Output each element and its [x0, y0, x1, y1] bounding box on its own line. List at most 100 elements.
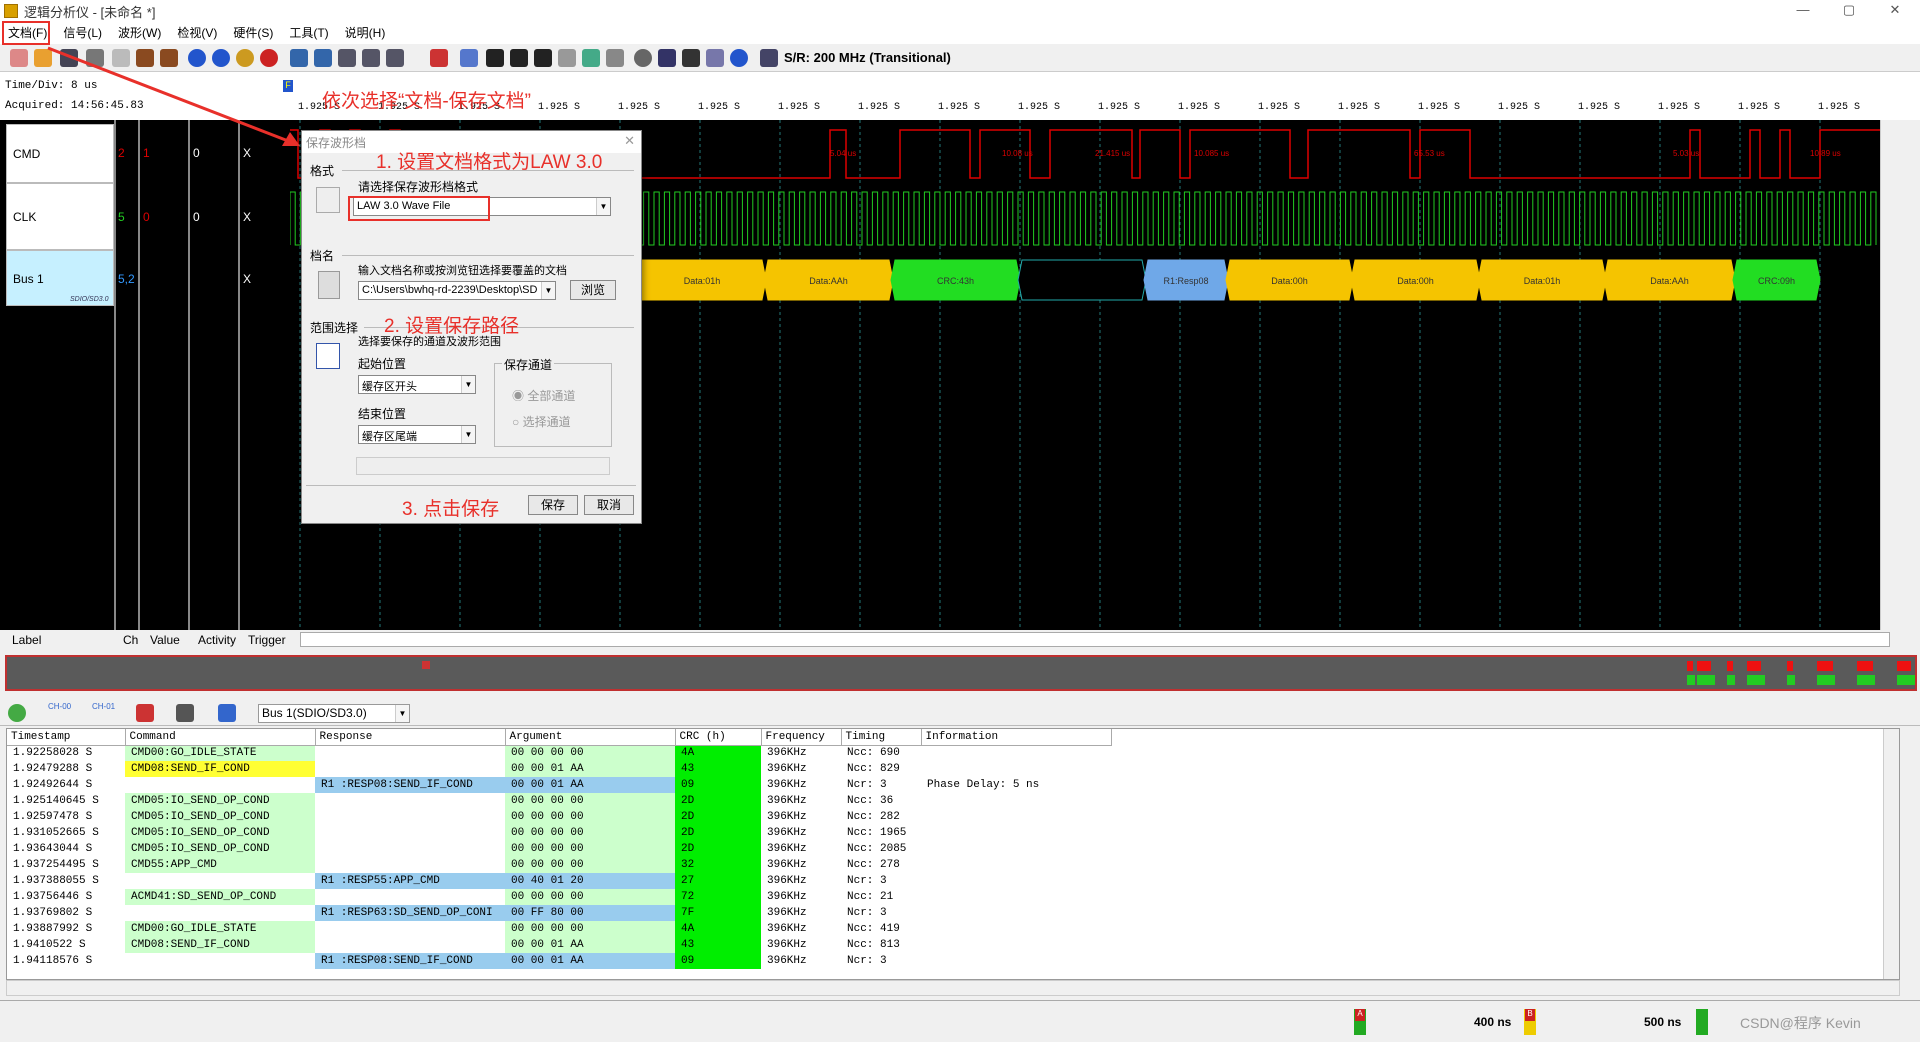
open-icon[interactable] — [34, 49, 52, 67]
bookmark-icon[interactable]: F — [283, 80, 293, 92]
refresh-icon[interactable] — [8, 704, 26, 722]
histogram-icon[interactable] — [176, 704, 194, 722]
menu-hardware[interactable]: 硬件(S) — [225, 22, 281, 44]
table-row[interactable]: 1.94118576 S R1 :RESP08:SEND_IF_COND 00 00… — [7, 953, 1111, 969]
table-row[interactable]: 1.93756446 S ACMD41:SD_SEND_OP_COND 00 00 … — [7, 889, 1111, 905]
column-header[interactable]: Timestamp — [7, 729, 126, 746]
table-row[interactable]: 1.92597478 S CMD05:IO_SEND_OP_COND 00 00 0… — [7, 809, 1111, 825]
table-row[interactable]: 1.92258028 S CMD00:GO_IDLE_STATE 00 00 00 … — [7, 745, 1111, 761]
channel-a-tag[interactable]: CH-00 — [48, 702, 71, 711]
check-icon[interactable] — [706, 49, 724, 67]
bus-select-icon[interactable] — [218, 704, 236, 722]
nav-left-icon[interactable] — [290, 49, 308, 67]
column-header[interactable]: Response — [315, 729, 506, 746]
window-icon[interactable] — [658, 49, 676, 67]
save-icon[interactable] — [60, 49, 78, 67]
info-icon[interactable] — [730, 49, 748, 67]
table-row[interactable]: 1.931052665 S CMD05:IO_SEND_OP_COND 00 00 … — [7, 825, 1111, 841]
end-dropdown[interactable]: 缓存区尾端 ▼ — [358, 425, 476, 444]
column-header[interactable]: Argument — [505, 729, 676, 746]
run-icon[interactable] — [188, 49, 206, 67]
table-row[interactable]: 1.937388055 S R1 :RESP55:APP_CMD 00 40 01 … — [7, 873, 1111, 889]
maximize-button[interactable]: ▢ — [1826, 0, 1872, 22]
overview-clk-activity — [1687, 675, 1695, 685]
col-value[interactable]: Value — [150, 633, 180, 647]
clock-icon[interactable] — [634, 49, 652, 67]
table-row[interactable]: 1.92492644 S R1 :RESP08:SEND_IF_COND 00 00… — [7, 777, 1111, 793]
bus-dropdown[interactable]: Bus 1(SDIO/SD3.0) ▼ — [258, 704, 410, 723]
trigger-icon[interactable] — [236, 49, 254, 67]
start-dropdown[interactable]: 缓存区开头 ▼ — [358, 375, 476, 394]
table-row[interactable]: 1.9410522 S CMD08:SEND_IF_COND 00 00 01 AA… — [7, 937, 1111, 953]
table-hscroll[interactable] — [6, 980, 1900, 996]
browse-button[interactable]: 浏览 — [570, 280, 616, 300]
menu-tools[interactable]: 工具(T) — [281, 22, 336, 44]
menu-signal[interactable]: 信号(L) — [55, 22, 110, 44]
column-header[interactable]: Information — [921, 729, 1112, 746]
marker-a-icon[interactable]: A — [1354, 1009, 1366, 1035]
zoom-out-icon[interactable] — [362, 49, 380, 67]
table-cell — [315, 889, 505, 905]
menu-view[interactable]: 检视(V) — [169, 22, 225, 44]
chart-icon[interactable] — [606, 49, 624, 67]
column-header[interactable]: Frequency — [761, 729, 842, 746]
menu-help[interactable]: 说明(H) — [337, 22, 394, 44]
marker-b-icon[interactable]: B — [1524, 1009, 1536, 1035]
column-header[interactable]: Command — [125, 729, 316, 746]
col-activity[interactable]: Activity — [198, 633, 236, 647]
zoom-fit-icon[interactable] — [386, 49, 404, 67]
table-row[interactable]: 1.93643044 S CMD05:IO_SEND_OP_COND 00 00 0… — [7, 841, 1111, 857]
menu-waveform[interactable]: 波形(W) — [110, 22, 169, 44]
folder2-icon[interactable] — [160, 49, 178, 67]
print-icon[interactable] — [86, 49, 104, 67]
new-icon[interactable] — [10, 49, 28, 67]
wave-filter-icon[interactable] — [136, 704, 154, 722]
table-row[interactable]: 1.93887992 S CMD00:GO_IDLE_STATE 00 00 00 … — [7, 921, 1111, 937]
channel-label-clk[interactable]: CLK — [6, 183, 114, 250]
settings-icon[interactable] — [582, 49, 600, 67]
col-ch[interactable]: Ch — [123, 633, 138, 647]
table-cell: 396KHz — [767, 843, 807, 855]
list-icon[interactable] — [558, 49, 576, 67]
cursor-icon[interactable] — [430, 49, 448, 67]
minimize-button[interactable]: — — [1780, 0, 1826, 22]
copy-icon[interactable] — [112, 49, 130, 67]
cmd-value: 0 — [193, 146, 200, 160]
acquired-label: Acquired: 14:56:45.83 — [5, 100, 144, 112]
overview-clk-activity — [1697, 675, 1715, 685]
sample-rate-icon[interactable] — [760, 49, 778, 67]
nav-right-icon[interactable] — [314, 49, 332, 67]
measure-icon[interactable] — [460, 49, 478, 67]
close-button[interactable]: ✕ — [1872, 0, 1918, 22]
bus3-icon[interactable] — [534, 49, 552, 67]
column-trigger — [238, 120, 288, 630]
folder-icon[interactable] — [136, 49, 154, 67]
channel-b-tag[interactable]: CH-01 — [92, 702, 115, 711]
column-header[interactable]: Timing — [841, 729, 922, 746]
cancel-button[interactable]: 取消 — [584, 495, 634, 515]
run-repeat-icon[interactable] — [212, 49, 230, 67]
dialog-close-icon[interactable]: ✕ — [624, 133, 635, 149]
table-row[interactable]: 1.925140645 S CMD05:IO_SEND_OP_COND 00 00 … — [7, 793, 1111, 809]
stop-icon[interactable] — [260, 49, 278, 67]
col-trigger[interactable]: Trigger — [248, 633, 286, 647]
col-label[interactable]: Label — [12, 633, 41, 647]
bus-icon[interactable] — [486, 49, 504, 67]
table-vscroll[interactable] — [1883, 729, 1899, 979]
grid-icon[interactable] — [682, 49, 700, 67]
overview-bar[interactable] — [5, 655, 1917, 691]
marker-c-icon[interactable] — [1696, 1009, 1708, 1035]
save-button[interactable]: 保存 — [528, 495, 578, 515]
table-row[interactable]: 1.93769802 S R1 :RESP63:SD_SEND_OP_CONI 00… — [7, 905, 1111, 921]
file-path-input[interactable]: C:\Users\bwhq-rd-2239\Desktop\SD ▼ — [358, 281, 556, 300]
wave-hscroll[interactable] — [300, 632, 1890, 647]
overview-canvas[interactable] — [7, 657, 1915, 689]
bus2-icon[interactable] — [510, 49, 528, 67]
table-row[interactable]: 1.937254495 S CMD55:APP_CMD 00 00 00 00 32 3… — [7, 857, 1111, 873]
column-header[interactable]: CRC (h) — [675, 729, 762, 746]
table-row[interactable]: 1.92479288 S CMD08:SEND_IF_COND 00 00 01 A… — [7, 761, 1111, 777]
zoom-in-icon[interactable] — [338, 49, 356, 67]
wave-vscroll[interactable] — [1880, 120, 1900, 630]
table-cell — [125, 953, 315, 969]
channel-label-cmd[interactable]: CMD — [6, 124, 114, 183]
